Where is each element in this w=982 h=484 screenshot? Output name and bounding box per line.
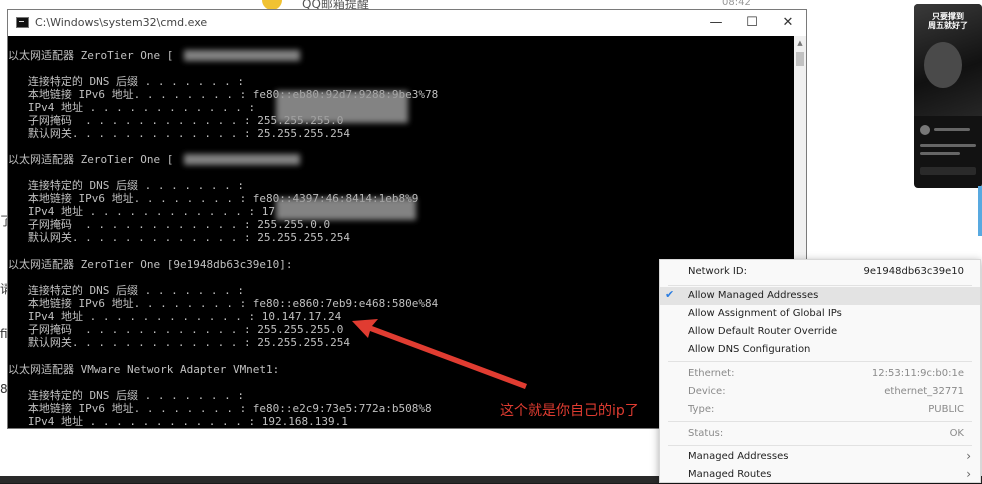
status-label: Status: bbox=[688, 428, 724, 439]
ethernet-label: Ethernet: bbox=[688, 368, 735, 379]
menu-item-managed-addresses[interactable]: Managed Addresses › bbox=[660, 448, 980, 466]
menu-item-ethernet: Ethernet: 12:53:11:9c:b0:1e bbox=[660, 365, 980, 383]
type-label: Type: bbox=[688, 404, 715, 415]
menu-separator bbox=[668, 361, 972, 362]
menu-item-status: Status: OK bbox=[660, 425, 980, 443]
chevron-right-icon: › bbox=[966, 467, 971, 481]
managed-addresses-label: Managed Addresses bbox=[688, 451, 789, 462]
menu-item-allow-managed[interactable]: ✔ Allow Managed Addresses bbox=[660, 287, 980, 305]
menu-item-device: Device: ethernet_32771 bbox=[660, 383, 980, 401]
device-label: Device: bbox=[688, 386, 726, 397]
managed-routes-label: Managed Routes bbox=[688, 469, 772, 480]
checkmark-icon: ✔ bbox=[665, 288, 675, 301]
chevron-right-icon: › bbox=[966, 449, 971, 463]
status-value: OK bbox=[949, 428, 964, 439]
menu-separator bbox=[668, 421, 972, 422]
annotation-text: 这个就是你自己的ip了 bbox=[500, 403, 639, 419]
menu-separator bbox=[668, 445, 972, 446]
allow-dns-label: Allow DNS Configuration bbox=[688, 344, 811, 355]
device-value: ethernet_32771 bbox=[884, 386, 964, 397]
menu-item-managed-routes[interactable]: Managed Routes › bbox=[660, 466, 980, 484]
ethernet-value: 12:53:11:9c:b0:1e bbox=[871, 368, 964, 379]
menu-item-type: Type: PUBLIC bbox=[660, 401, 980, 419]
network-id-label: Network ID: bbox=[688, 266, 747, 277]
menu-item-allow-global[interactable]: Allow Assignment of Global IPs bbox=[660, 305, 980, 323]
type-value: PUBLIC bbox=[928, 404, 964, 415]
allow-default-route-label: Allow Default Router Override bbox=[688, 326, 838, 337]
menu-item-network-id[interactable]: Network ID: 9e1948db63c39e10 bbox=[660, 263, 980, 281]
zerotier-network-menu[interactable]: Network ID: 9e1948db63c39e10 ✔ Allow Man… bbox=[659, 259, 981, 483]
allow-global-label: Allow Assignment of Global IPs bbox=[688, 308, 842, 319]
menu-item-allow-default-route[interactable]: Allow Default Router Override bbox=[660, 323, 980, 341]
menu-separator bbox=[668, 285, 972, 286]
network-id-value: 9e1948db63c39e10 bbox=[863, 266, 964, 277]
allow-managed-label: Allow Managed Addresses bbox=[688, 290, 819, 301]
menu-item-allow-dns[interactable]: Allow DNS Configuration bbox=[660, 341, 980, 359]
